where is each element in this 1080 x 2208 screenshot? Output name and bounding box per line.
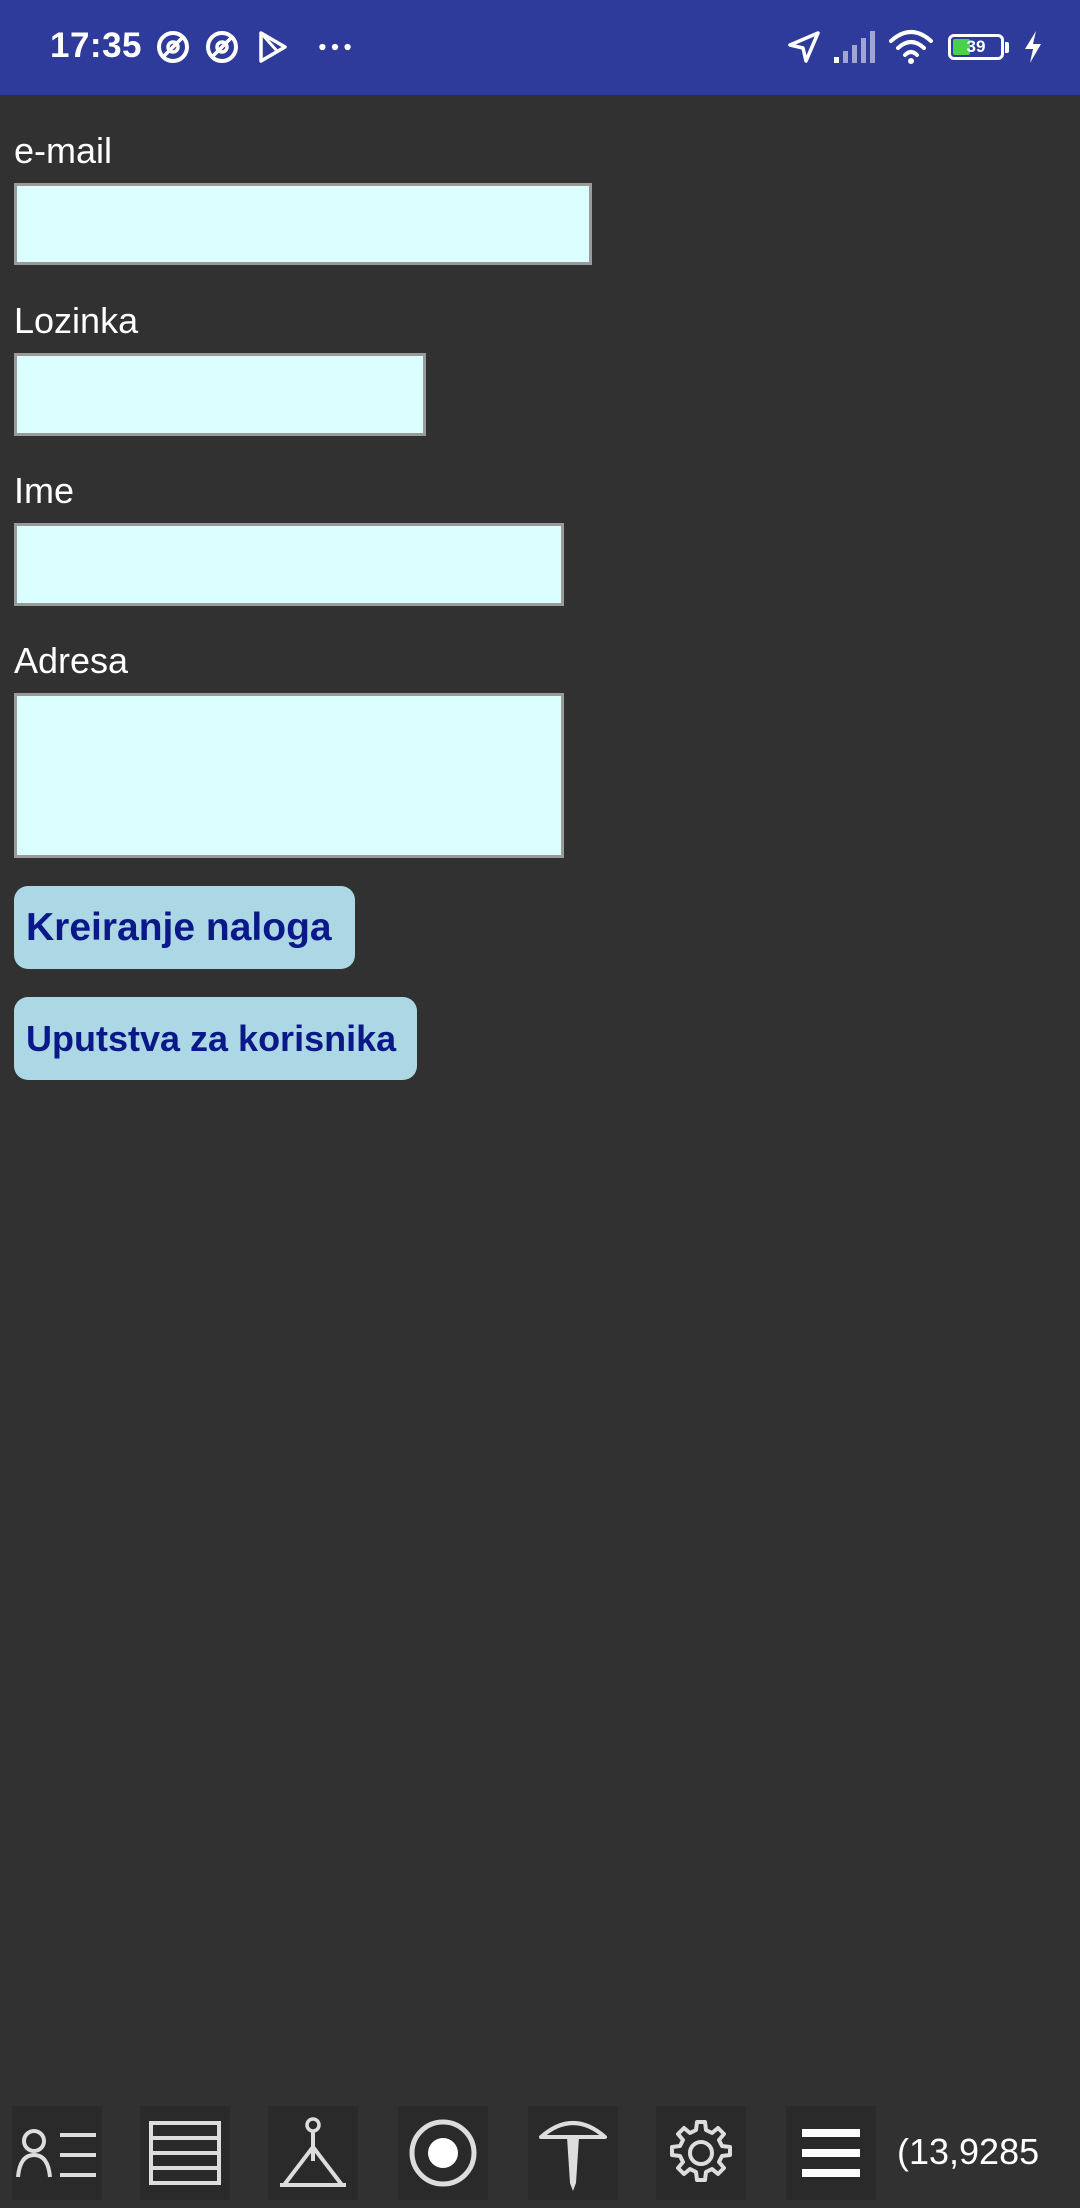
table-list-icon [149,2121,221,2185]
toolbar-button-target[interactable] [398,2106,488,2200]
battery-level: 39 [966,37,986,56]
hamburger-menu-icon [802,2129,860,2177]
at-sign-icon [206,31,238,63]
email-field[interactable] [14,183,592,265]
create-account-button[interactable]: Kreiranje naloga [14,886,355,969]
wifi-icon [889,30,933,64]
password-label: Lozinka [14,300,139,341]
play-store-icon [259,31,287,63]
status-time: 17:35 [50,26,143,65]
signal-icon [834,31,875,63]
coordinates-text: (13,9285 [897,2131,1040,2172]
toolbar-button-menu[interactable] [786,2106,876,2200]
user-guide-button[interactable]: Uputstva za korisnika [14,997,417,1080]
stake-pin-icon [539,2121,607,2191]
toolbar-button-settings[interactable] [656,2106,746,2200]
more-dots-icon [319,43,351,51]
status-bar: 17:35 39 [0,0,1080,95]
toolbar-button-table[interactable] [140,2106,230,2200]
email-label: e-mail [14,130,113,171]
address-label: Adresa [14,640,129,681]
name-field[interactable] [14,523,564,606]
address-field[interactable] [14,693,564,858]
location-arrow-icon [788,31,820,63]
toolbar-button-users[interactable] [12,2106,102,2200]
battery-icon: 39 [948,34,1004,60]
toolbar-button-stake[interactable] [528,2106,618,2200]
password-field[interactable] [14,353,426,436]
gear-icon [670,2120,732,2182]
at-sign-icon [157,31,189,63]
name-label: Ime [14,470,75,511]
user-list-icon [16,2129,96,2178]
survey-stand-icon [280,2117,346,2187]
target-circle-icon [409,2119,477,2187]
charging-bolt-icon [1025,31,1041,63]
battery-tip [1005,42,1009,53]
toolbar-button-survey[interactable] [268,2106,358,2200]
